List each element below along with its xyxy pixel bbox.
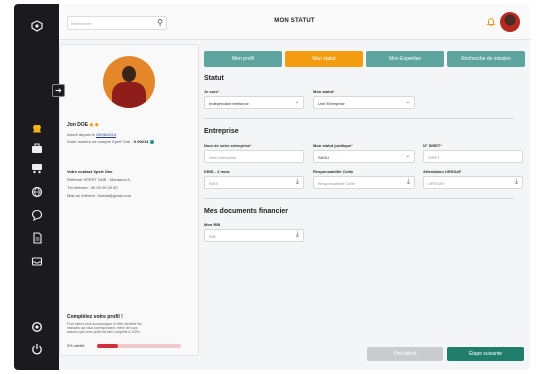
- complete-profile-line-3: assurer que votre profil est bien complé…: [67, 330, 141, 334]
- user-avatar[interactable]: [500, 12, 520, 32]
- mon-statut-select[interactable]: Une Entreprise ⌄: [313, 96, 415, 109]
- download-icon[interactable]: ⤓: [515, 178, 518, 186]
- profile-name: Jon DOE ◆ ◆: [67, 122, 99, 128]
- page-title: MON STATUT: [274, 18, 315, 24]
- siret-input[interactable]: SIRET: [423, 150, 523, 163]
- divider: [204, 118, 514, 119]
- entreprise-section-title: Entreprise: [204, 128, 239, 135]
- document-icon[interactable]: [29, 230, 45, 246]
- rc-label: Responsabilité Civile: [313, 169, 354, 174]
- rib-upload[interactable]: RIB ⤓: [204, 229, 304, 242]
- chevron-down-icon: ⌄: [294, 99, 299, 105]
- kbis-label: KBIS - 3 mois: [204, 169, 230, 174]
- nom-entreprise-label: Nom de votre entreprise*: [204, 143, 252, 148]
- profile-progress-fill: [97, 344, 118, 348]
- profile-progress-bar: [97, 344, 181, 348]
- kbis-upload[interactable]: KBIS ⤓: [204, 176, 304, 189]
- rc-upload[interactable]: Responsabilité Civile ⤓: [313, 176, 415, 189]
- cart-icon[interactable]: [29, 160, 45, 176]
- je-suis-select[interactable]: Indépendant freelance ⌄: [204, 96, 304, 109]
- verified-dot-icon: [149, 139, 154, 144]
- je-suis-label: Je suis*: [204, 89, 220, 94]
- chevron-down-icon: ⌄: [405, 153, 410, 159]
- account-number: Votre numéro de compte Xpert One : X 092…: [67, 139, 154, 144]
- briefcase-icon[interactable]: [29, 140, 45, 156]
- profile-photo: [103, 56, 155, 108]
- siret-label: N° SIRET*: [423, 143, 442, 148]
- statut-section-title: Statut: [204, 75, 224, 82]
- chat-icon[interactable]: [29, 207, 45, 223]
- top-bar: Rechercher ⚲ MON STATUT: [59, 4, 530, 40]
- statut-juridique-select[interactable]: SASU ⌄: [313, 150, 415, 163]
- complete-profile-title: Complétez votre profil !: [67, 314, 123, 320]
- globe-icon[interactable]: [29, 184, 45, 200]
- statut-juridique-label: Mon statut juridique*: [313, 143, 353, 148]
- tab-bar: Mon profil Mon statut Mon Expertise Rech…: [204, 51, 525, 67]
- contact-name: Référent XPERT ONE : Monsieur A.: [67, 177, 131, 182]
- download-icon[interactable]: ⤓: [296, 178, 299, 186]
- mon-statut-label: Mon statut*: [313, 89, 335, 94]
- contact-phone: Tél référent : 06 00 00 00 00: [67, 185, 118, 190]
- tab-recherche-mission[interactable]: Recherche de mission: [447, 51, 525, 67]
- download-icon[interactable]: ⤓: [296, 231, 299, 239]
- app-window: ➔ Rechercher ⚲ MON STATUT Jon DOE ◆ ◆ In…: [14, 4, 530, 370]
- bell-icon[interactable]: [486, 17, 498, 29]
- beehive-icon[interactable]: [29, 120, 45, 136]
- urssaf-label: Attestation URSSAF: [423, 169, 462, 174]
- arrow-right-icon: ➔: [55, 86, 62, 95]
- tab-mon-statut[interactable]: Mon statut: [285, 51, 363, 67]
- tab-mon-expertise[interactable]: Mon Expertise: [366, 51, 444, 67]
- rib-label: Mon RIB: [204, 222, 221, 227]
- inbox-icon[interactable]: [29, 253, 45, 269]
- nom-entreprise-input[interactable]: Nom entreprise: [204, 150, 304, 163]
- chevron-down-icon: ⌄: [405, 99, 410, 105]
- previous-button[interactable]: Précédent: [367, 347, 443, 361]
- settings-icon[interactable]: [29, 319, 45, 335]
- profile-card: Jon DOE ◆ ◆ Inscrit depuis le 19/06/2024…: [59, 44, 199, 356]
- contact-email: Mail du référent : blabla@gmail.com: [67, 193, 132, 198]
- progress-label: 0% vérifié: [67, 343, 85, 348]
- divider: [204, 198, 514, 199]
- collapse-sidebar-button[interactable]: ➔: [52, 84, 65, 97]
- next-step-button[interactable]: Étape suivante: [447, 347, 524, 361]
- honey-badge-icon: ◆ ◆: [89, 122, 99, 128]
- documents-section-title: Mes documents financier: [204, 208, 289, 215]
- nav-rail: [14, 4, 59, 370]
- contact-title: Votre contact Xpert One: [67, 169, 113, 174]
- tab-mon-profil[interactable]: Mon profil: [204, 51, 282, 67]
- member-since: Inscrit depuis le 19/06/2024: [67, 132, 116, 137]
- app-logo-icon[interactable]: [29, 18, 45, 34]
- power-icon[interactable]: [29, 341, 45, 357]
- download-icon[interactable]: ⤓: [407, 178, 410, 186]
- urssaf-upload[interactable]: URSSAF ⤓: [423, 176, 523, 189]
